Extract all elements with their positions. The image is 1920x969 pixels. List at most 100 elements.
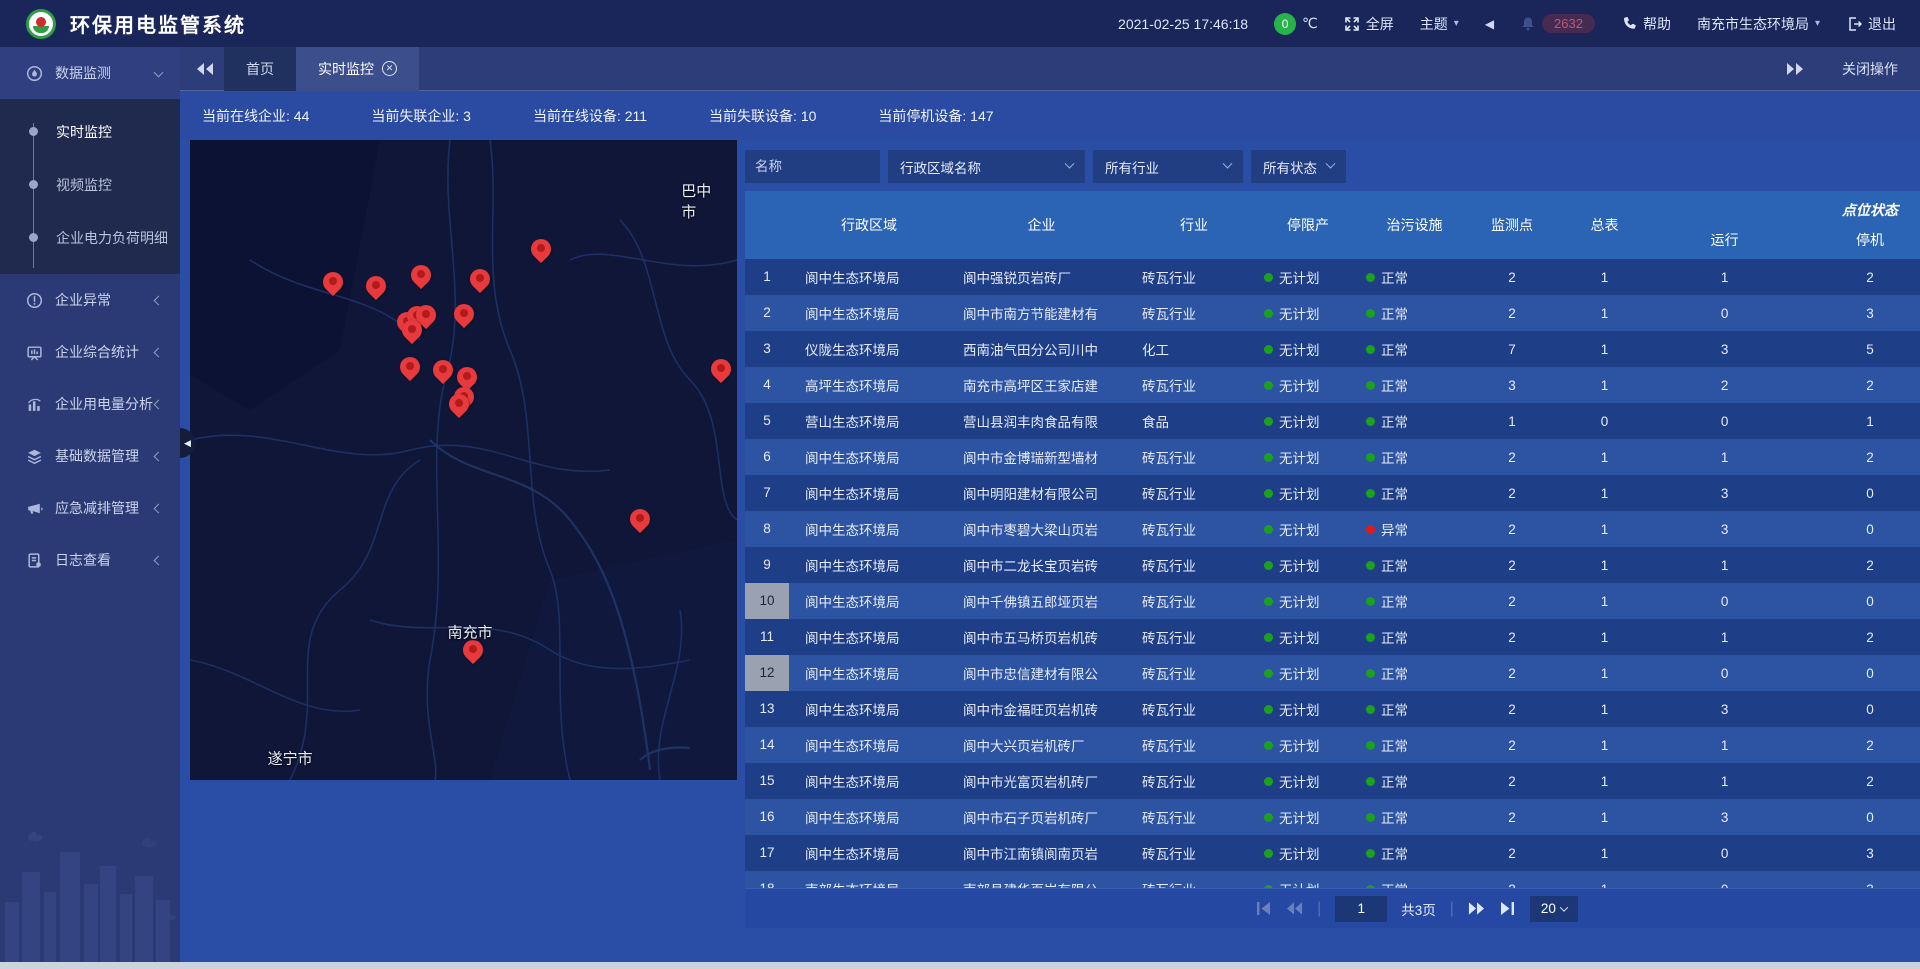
cell-industry: 砖瓦行业 bbox=[1134, 267, 1254, 287]
name-search-input[interactable] bbox=[745, 150, 880, 183]
cell-limit-production: 无计划 bbox=[1254, 771, 1362, 791]
tab-close-icon[interactable]: ✕ bbox=[382, 61, 397, 76]
table-row-5[interactable]: 5营山生态环境局营山县润丰肉食品有限食品无计划正常10010 bbox=[745, 403, 1920, 439]
table-row-13[interactable]: 13阆中生态环境局阆中市金福旺页岩机砖砖瓦行业无计划正常21300 bbox=[745, 691, 1920, 727]
sidebar-group-企业综合统计[interactable]: 企业综合统计 bbox=[0, 326, 180, 378]
sidebar-group-日志查看[interactable]: 日志查看 bbox=[0, 534, 180, 586]
map-pin-icon[interactable] bbox=[711, 359, 731, 379]
map-pin-icon[interactable] bbox=[411, 265, 431, 285]
cell-total-meters: 0 bbox=[1557, 414, 1652, 429]
table-row-10[interactable]: 10阆中生态环境局阆中千佛镇五郎垭页岩砖瓦行业无计划正常21003 bbox=[745, 583, 1920, 619]
region-select[interactable]: 行政区域名称 bbox=[888, 150, 1085, 183]
column-header-running: 运行 bbox=[1652, 230, 1797, 250]
map-panel[interactable]: 巴中市南充市遂宁市 bbox=[190, 140, 737, 780]
table-row-6[interactable]: 6阆中生态环境局阆中市金博瑞新型墙材砖瓦行业无计划正常21120 bbox=[745, 439, 1920, 475]
map-pin-icon[interactable] bbox=[400, 357, 420, 377]
tab-realtime-monitor[interactable]: 实时监控 ✕ bbox=[296, 47, 419, 91]
table-row-8[interactable]: 8阆中生态环境局阆中市枣碧大梁山页岩砖瓦行业无计划异常21300 bbox=[745, 511, 1920, 547]
sidebar-group-label: 企业用电量分析 bbox=[55, 394, 153, 414]
tabs-scroll-right-button[interactable] bbox=[1786, 62, 1804, 76]
page-number-input[interactable] bbox=[1335, 896, 1387, 922]
map-pin-icon[interactable] bbox=[454, 304, 474, 324]
map-pin-icon[interactable] bbox=[323, 272, 343, 292]
cell-running: 1 bbox=[1652, 270, 1797, 285]
sidebar-item-视频监控[interactable]: 视频监控 bbox=[0, 158, 180, 211]
pager-divider: | bbox=[1450, 900, 1454, 918]
cell-running: 1 bbox=[1652, 450, 1797, 465]
pagination-bar: | 共3页 | 20 1 - 20 共47条 bbox=[745, 888, 1920, 928]
map-pin-icon[interactable] bbox=[470, 269, 490, 289]
org-menu[interactable]: 南充市生态环境局 ▾ bbox=[1697, 14, 1820, 34]
stat-item-0: 当前在线企业: 44 bbox=[202, 106, 309, 126]
logout-button[interactable]: 退出 bbox=[1846, 14, 1896, 34]
next-page-button[interactable] bbox=[1468, 901, 1485, 916]
map-pin-icon[interactable] bbox=[449, 394, 469, 414]
cell-industry: 化工 bbox=[1134, 339, 1254, 359]
close-operations-button[interactable]: 关闭操作 bbox=[1842, 59, 1898, 79]
chevron-down-icon bbox=[154, 68, 164, 78]
map-pin-icon[interactable] bbox=[457, 367, 477, 387]
first-page-button[interactable] bbox=[1255, 901, 1272, 916]
table-row-7[interactable]: 7阆中生态环境局阆中明阳建材有限公司砖瓦行业无计划正常21300 bbox=[745, 475, 1920, 511]
status-dot-icon bbox=[1264, 777, 1273, 786]
theme-menu[interactable]: 主题 ▾ bbox=[1420, 14, 1459, 34]
chevron-left-icon bbox=[154, 503, 164, 513]
last-page-button[interactable] bbox=[1499, 901, 1516, 916]
map-pin-icon[interactable] bbox=[433, 360, 453, 380]
cell-limit-production: 无计划 bbox=[1254, 663, 1362, 683]
sidebar-group-企业用电量分析[interactable]: 企业用电量分析 bbox=[0, 378, 180, 430]
map-pin-icon[interactable] bbox=[531, 239, 551, 259]
cell-total-meters: 1 bbox=[1557, 630, 1652, 645]
cell-region: 阆中生态环境局 bbox=[789, 483, 949, 503]
tabs-scroll-left-button[interactable] bbox=[196, 62, 214, 76]
table-row-9[interactable]: 9阆中生态环境局阆中市二龙长宝页岩砖砖瓦行业无计划正常21120 bbox=[745, 547, 1920, 583]
map-pin-icon[interactable] bbox=[366, 276, 386, 296]
status-dot-icon bbox=[1264, 813, 1273, 822]
tab-home[interactable]: 首页 bbox=[224, 47, 296, 91]
map-pin-icon[interactable] bbox=[630, 509, 650, 529]
table-row-12[interactable]: 12阆中生态环境局阆中市忠信建材有限公砖瓦行业无计划正常21003 bbox=[745, 655, 1920, 691]
cell-company: 阆中千佛镇五郎垭页岩 bbox=[949, 591, 1134, 611]
table-row-4[interactable]: 4高坪生态环境局南充市高坪区王家店建砖瓦行业无计划正常31220 bbox=[745, 367, 1920, 403]
cell-industry: 砖瓦行业 bbox=[1134, 699, 1254, 719]
cell-index: 12 bbox=[745, 655, 789, 691]
fullscreen-button[interactable]: 全屏 bbox=[1344, 14, 1394, 34]
sidebar-item-企业电力负荷明细[interactable]: 企业电力负荷明细 bbox=[0, 211, 180, 264]
table-row-2[interactable]: 2阆中生态环境局阆中市南方节能建材有砖瓦行业无计划正常21030 bbox=[745, 295, 1920, 331]
data-panel: 行政区域名称 所有行业 所有状态 行政区域 企业 行业 停限产 治污设施 监测点… bbox=[745, 150, 1920, 928]
status-dot-icon bbox=[1264, 273, 1273, 282]
table-row-1[interactable]: 1阆中生态环境局阆中强锐页岩砖厂砖瓦行业无计划正常21120 bbox=[745, 259, 1920, 295]
caret-down-icon: ▾ bbox=[1454, 18, 1459, 29]
industry-select[interactable]: 所有行业 bbox=[1093, 150, 1243, 183]
sidebar-item-实时监控[interactable]: 实时监控 bbox=[0, 105, 180, 158]
chevron-down-icon bbox=[1326, 159, 1336, 169]
sidebar-group-应急减排管理[interactable]: 应急减排管理 bbox=[0, 482, 180, 534]
speaker-button[interactable]: ◀ bbox=[1485, 17, 1494, 31]
table-row-17[interactable]: 17阆中生态环境局阆中市江南镇阆南页岩砖瓦行业无计划正常21030 bbox=[745, 835, 1920, 871]
map-pin-icon[interactable] bbox=[463, 640, 483, 660]
stats-bar: 当前在线企业: 44当前失联企业: 3当前在线设备: 211当前失联设备: 10… bbox=[180, 92, 1920, 140]
sidebar-group-基础数据管理[interactable]: 基础数据管理 bbox=[0, 430, 180, 482]
status-select[interactable]: 所有状态 bbox=[1251, 150, 1346, 183]
notification-area[interactable]: 2632 bbox=[1520, 14, 1595, 33]
help-button[interactable]: 帮助 bbox=[1621, 14, 1671, 34]
page-size-select[interactable]: 20 bbox=[1530, 896, 1578, 922]
previous-page-button[interactable] bbox=[1286, 901, 1303, 916]
cell-limit-production: 无计划 bbox=[1254, 303, 1362, 323]
table-row-14[interactable]: 14阆中生态环境局阆中大兴页岩机砖厂砖瓦行业无计划正常21120 bbox=[745, 727, 1920, 763]
cell-industry: 砖瓦行业 bbox=[1134, 447, 1254, 467]
sidebar-group-企业异常[interactable]: 企业异常 bbox=[0, 274, 180, 326]
total-pages-label: 共3页 bbox=[1401, 899, 1436, 919]
table-row-18[interactable]: 18南部生态环境局南部县建华页岩有限公砖瓦行业无计划正常21030 bbox=[745, 871, 1920, 888]
cell-pollution-facility: 正常 bbox=[1362, 411, 1467, 431]
table-row-11[interactable]: 11阆中生态环境局阆中市五马桥页岩机砖砖瓦行业无计划正常21120 bbox=[745, 619, 1920, 655]
cell-monitor-points: 2 bbox=[1467, 666, 1557, 681]
cell-total-meters: 1 bbox=[1557, 342, 1652, 357]
table-row-16[interactable]: 16阆中生态环境局阆中市石子页岩机砖厂砖瓦行业无计划正常21300 bbox=[745, 799, 1920, 835]
table-row-3[interactable]: 3仪陇生态环境局西南油气田分公司川中化工无计划正常71350 bbox=[745, 331, 1920, 367]
status-dot-icon bbox=[1366, 705, 1375, 714]
map-pin-icon[interactable] bbox=[402, 320, 422, 340]
table-row-15[interactable]: 15阆中生态环境局阆中市光富页岩机砖厂砖瓦行业无计划正常21120 bbox=[745, 763, 1920, 799]
cell-index: 18 bbox=[745, 871, 789, 888]
sidebar-group-数据监测[interactable]: 数据监测 bbox=[0, 47, 180, 99]
